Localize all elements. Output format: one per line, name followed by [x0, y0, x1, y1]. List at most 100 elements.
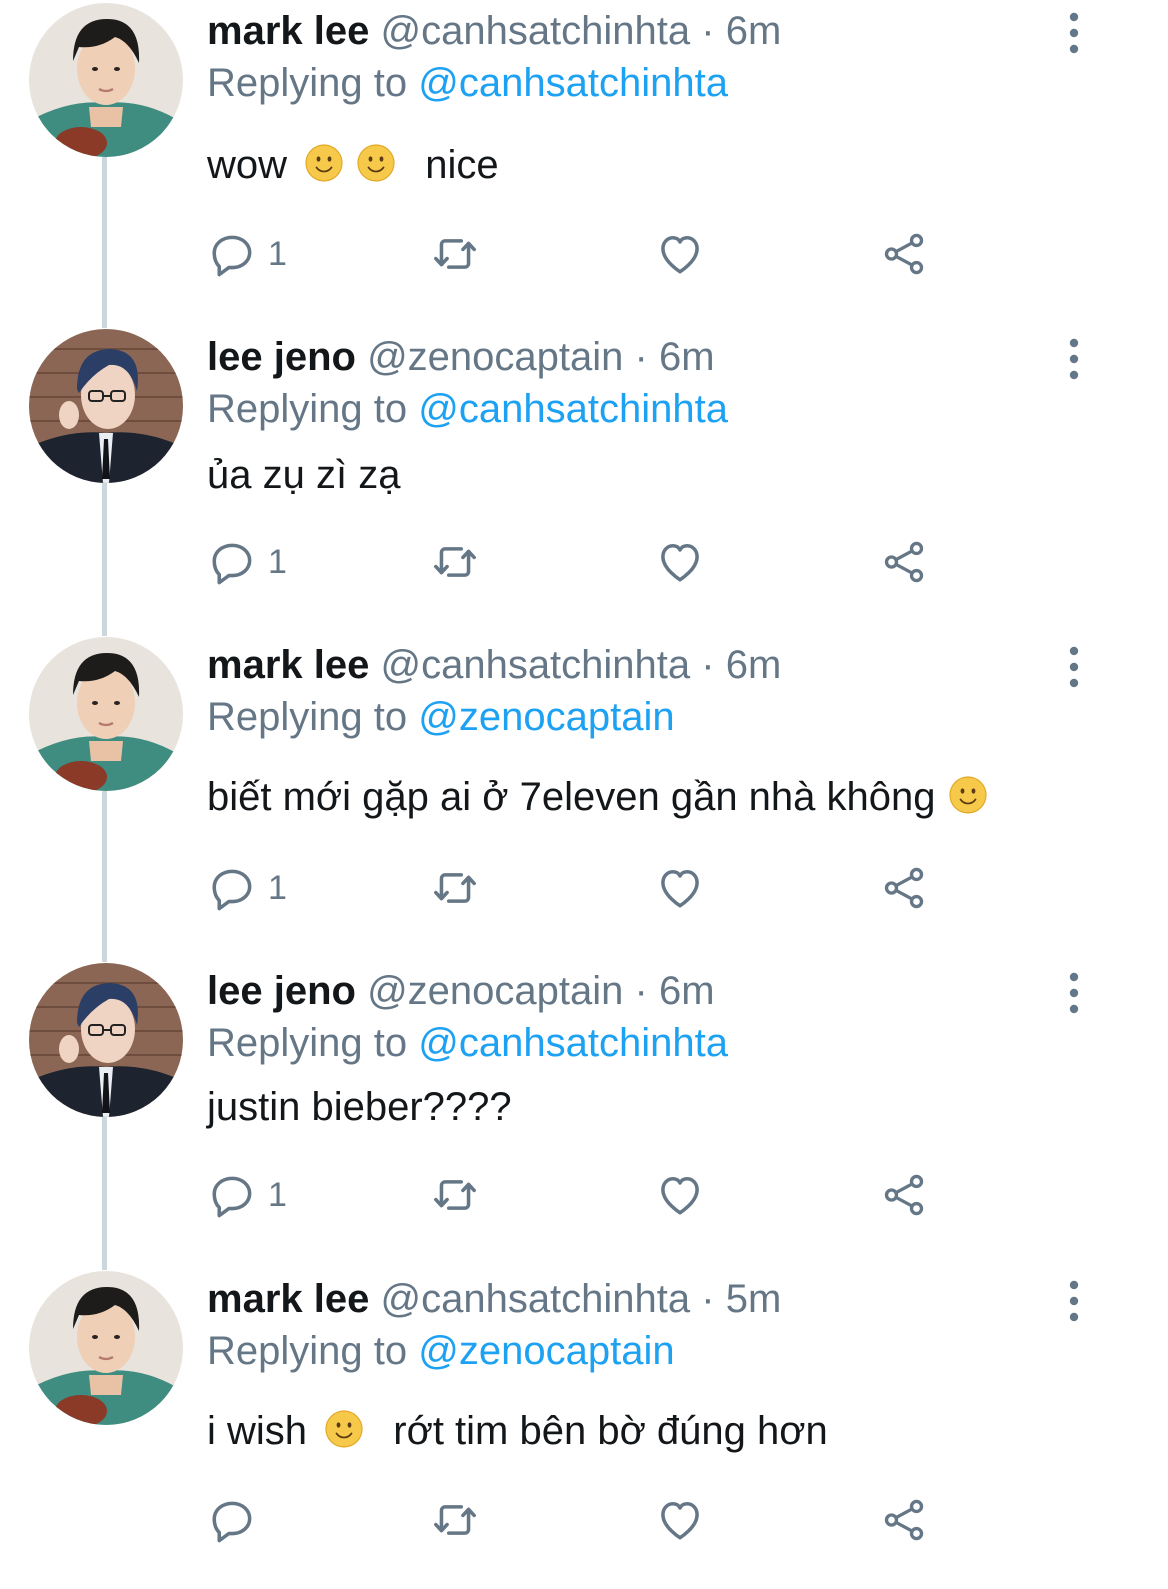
reply-icon: [208, 537, 258, 587]
slightly-smiling-face-icon: [948, 775, 988, 815]
mention-link[interactable]: @canhsatchinhta: [418, 387, 728, 431]
avatar[interactable]: [29, 329, 183, 483]
tweet-item[interactable]: lee jeno @zenocaptain · 6m Replying to @…: [0, 329, 1168, 629]
more-options-icon[interactable]: [1058, 335, 1090, 383]
tweet-text: justin bieber????: [207, 1081, 512, 1133]
replying-to: Replying to @zenocaptain: [207, 691, 675, 743]
tweet-header: mark lee @canhsatchinhta · 5m: [207, 1273, 781, 1325]
tweet-text: wow nice: [207, 139, 499, 191]
retweet-icon: [430, 229, 480, 279]
reply-count: 1: [268, 869, 287, 907]
share-button[interactable]: [879, 1490, 929, 1550]
avatar[interactable]: [29, 1271, 183, 1425]
reply-button[interactable]: [208, 1490, 268, 1550]
tweet-header: lee jeno @zenocaptain · 6m: [207, 965, 715, 1017]
text-part: ủa zụ zì zạ: [207, 453, 401, 497]
timestamp[interactable]: · 6m: [635, 969, 715, 1013]
reply-count: 1: [268, 543, 287, 581]
replying-label: Replying to: [207, 61, 408, 105]
user-handle[interactable]: @zenocaptain: [367, 969, 623, 1013]
tweet-actions: 1: [0, 224, 1168, 284]
avatar-mark-lee-icon: [29, 637, 183, 791]
retweet-button[interactable]: [430, 858, 480, 918]
timestamp[interactable]: · 6m: [635, 335, 715, 379]
user-handle[interactable]: @canhsatchinhta: [380, 1277, 690, 1321]
retweet-button[interactable]: [430, 1490, 480, 1550]
share-button[interactable]: [879, 858, 929, 918]
mention-link[interactable]: @zenocaptain: [418, 695, 674, 739]
display-name[interactable]: lee jeno: [207, 335, 356, 379]
reply-button[interactable]: 1: [208, 532, 287, 592]
avatar[interactable]: [29, 3, 183, 157]
replying-label: Replying to: [207, 695, 408, 739]
tweet-text: biết mới gặp ai ở 7eleven gần nhà không: [207, 771, 994, 823]
tweet-actions: 1: [0, 532, 1168, 592]
timestamp[interactable]: · 6m: [701, 9, 781, 53]
user-handle[interactable]: @canhsatchinhta: [380, 9, 690, 53]
heart-icon: [655, 1170, 705, 1220]
avatar-mark-lee-icon: [29, 1271, 183, 1425]
more-options-icon[interactable]: [1058, 643, 1090, 691]
reply-button[interactable]: 1: [208, 1165, 287, 1225]
replying-to: Replying to @zenocaptain: [207, 1325, 675, 1377]
reply-button[interactable]: 1: [208, 224, 287, 284]
more-options-icon[interactable]: [1058, 1277, 1090, 1325]
tweet-item[interactable]: mark lee @canhsatchinhta · 5m Replying t…: [0, 1271, 1168, 1589]
share-icon: [879, 537, 929, 587]
share-button[interactable]: [879, 1165, 929, 1225]
avatar-lee-jeno-icon: [29, 329, 183, 483]
display-name[interactable]: mark lee: [207, 9, 369, 53]
like-button[interactable]: [655, 858, 705, 918]
mention-link[interactable]: @canhsatchinhta: [418, 61, 728, 105]
timestamp[interactable]: · 5m: [701, 1277, 781, 1321]
mention-link[interactable]: @zenocaptain: [418, 1329, 674, 1373]
text-part: justin bieber????: [207, 1085, 512, 1129]
mention-link[interactable]: @canhsatchinhta: [418, 1021, 728, 1065]
more-options-icon[interactable]: [1058, 9, 1090, 57]
retweet-button[interactable]: [430, 224, 480, 284]
retweet-icon: [430, 1495, 480, 1545]
retweet-button[interactable]: [430, 1165, 480, 1225]
share-icon: [879, 863, 929, 913]
user-handle[interactable]: @canhsatchinhta: [380, 643, 690, 687]
replying-to: Replying to @canhsatchinhta: [207, 1017, 728, 1069]
avatar[interactable]: [29, 963, 183, 1117]
text-part: i wish: [207, 1409, 308, 1453]
tweet-header: mark lee @canhsatchinhta · 6m: [207, 5, 781, 57]
like-button[interactable]: [655, 532, 705, 592]
share-icon: [879, 1170, 929, 1220]
slightly-smiling-face-icon: [304, 143, 344, 183]
user-handle[interactable]: @zenocaptain: [367, 335, 623, 379]
avatar[interactable]: [29, 637, 183, 791]
replying-label: Replying to: [207, 1021, 408, 1065]
replying-to: Replying to @canhsatchinhta: [207, 57, 728, 109]
tweet-header: lee jeno @zenocaptain · 6m: [207, 331, 715, 383]
text-part: rớt tim bên bờ đúng hơn: [393, 1409, 828, 1453]
display-name[interactable]: mark lee: [207, 1277, 369, 1321]
avatar-lee-jeno-icon: [29, 963, 183, 1117]
tweet-actions: 1: [0, 1165, 1168, 1225]
share-button[interactable]: [879, 224, 929, 284]
display-name[interactable]: mark lee: [207, 643, 369, 687]
slightly-smiling-face-icon: [356, 143, 396, 183]
reply-button[interactable]: 1: [208, 858, 287, 918]
like-button[interactable]: [655, 1165, 705, 1225]
display-name[interactable]: lee jeno: [207, 969, 356, 1013]
more-options-icon[interactable]: [1058, 969, 1090, 1017]
replying-label: Replying to: [207, 1329, 408, 1373]
tweet-header: mark lee @canhsatchinhta · 6m: [207, 639, 781, 691]
heart-icon: [655, 863, 705, 913]
reply-icon: [208, 229, 258, 279]
like-button[interactable]: [655, 224, 705, 284]
like-button[interactable]: [655, 1490, 705, 1550]
tweet-item[interactable]: lee jeno @zenocaptain · 6m Replying to @…: [0, 963, 1168, 1263]
share-button[interactable]: [879, 532, 929, 592]
reply-count: 1: [268, 235, 287, 273]
reply-icon: [208, 1495, 258, 1545]
retweet-button[interactable]: [430, 532, 480, 592]
tweet-text: ủa zụ zì zạ: [207, 449, 400, 501]
heart-icon: [655, 229, 705, 279]
tweet-item[interactable]: mark lee @canhsatchinhta · 6m Replying t…: [0, 3, 1168, 303]
timestamp[interactable]: · 6m: [701, 643, 781, 687]
tweet-item[interactable]: mark lee @canhsatchinhta · 6m Replying t…: [0, 637, 1168, 937]
